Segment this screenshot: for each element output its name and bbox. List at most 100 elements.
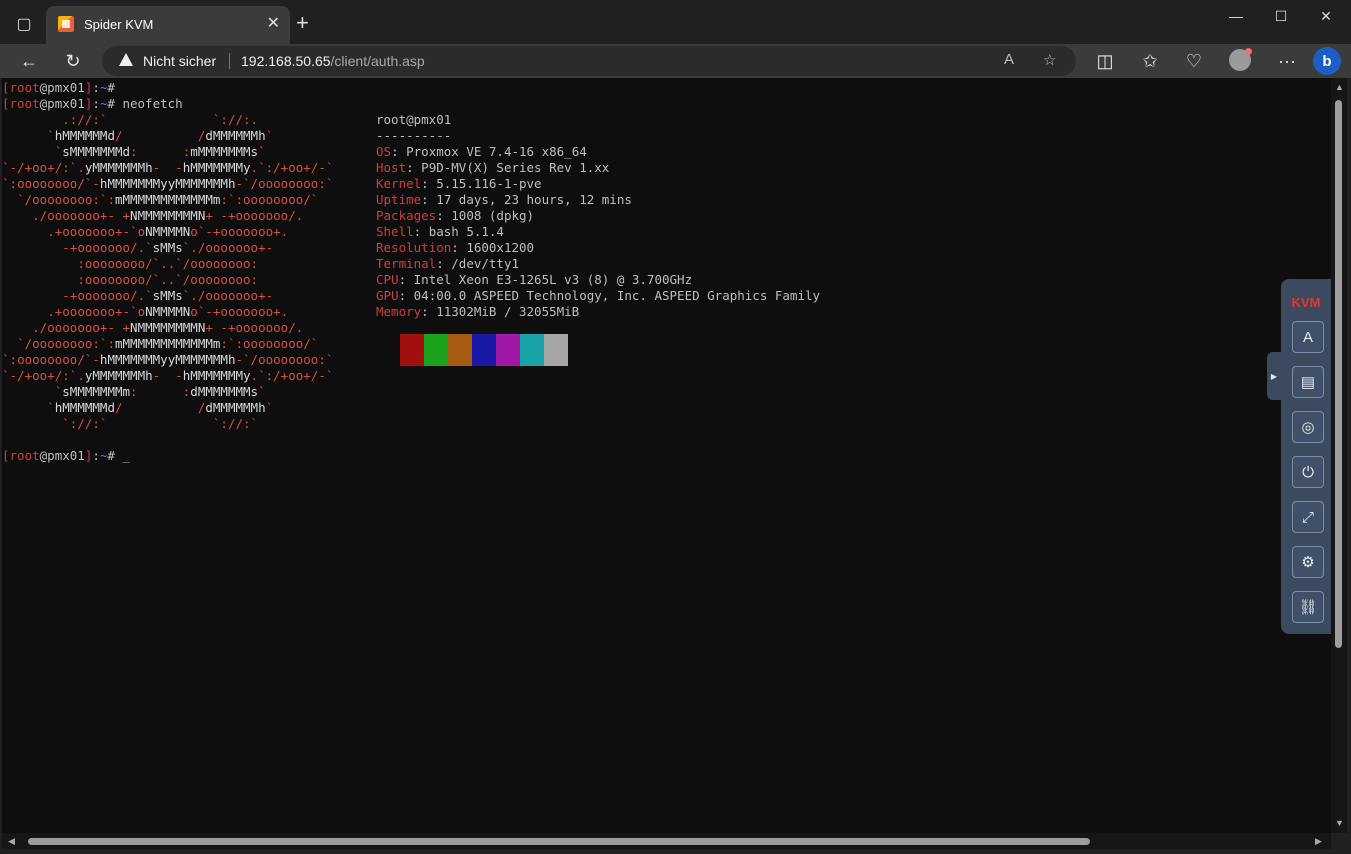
fullscreen-icon: ⤢ xyxy=(1301,508,1314,526)
ascii-logo-line: :oooooooo/`..`/oooooooo: xyxy=(77,256,259,271)
maximize-button[interactable]: ☐ xyxy=(1261,8,1301,25)
info-key: Resolution xyxy=(376,240,452,255)
info-key: Terminal xyxy=(376,256,437,271)
horizontal-scroll-thumb[interactable] xyxy=(28,838,1090,845)
browser-toolbar: ← ↻ Nicht sicher 192.168.50.65/client/au… xyxy=(0,44,1351,78)
info-key: Host xyxy=(376,160,407,175)
power-button[interactable]: ⏻ xyxy=(1292,456,1324,488)
ascii-logo-line: `/oooooooo:`:mMMMMMMMMMMMMm:`:oooooooo/` xyxy=(17,192,319,207)
security-label[interactable]: Nicht sicher xyxy=(143,53,216,69)
browser-essentials-icon[interactable]: ♡ xyxy=(1182,49,1206,73)
color-swatch xyxy=(472,334,496,366)
keyboard-button[interactable]: A xyxy=(1292,321,1324,353)
info-row: Uptime: 17 days, 23 hours, 12 mins xyxy=(376,192,632,207)
settings-button[interactable]: ⚙ xyxy=(1292,546,1324,578)
url-path: /client/auth.asp xyxy=(330,53,425,69)
ascii-logo-line: `-/+oo+/:`.yMMMMMMMh- -hMMMMMMMy.`:/+oo+… xyxy=(2,160,334,175)
info-value: bash 5.1.4 xyxy=(428,224,504,239)
info-key: CPU xyxy=(376,272,399,287)
ascii-logo-line: `:oooooooo/`-hMMMMMMMyyMMMMMMMh-`/oooooo… xyxy=(2,176,334,191)
ascii-logo-line: `://:` `://:` xyxy=(62,416,259,431)
tab-spider-kvm[interactable]: Spider KVM ✕ xyxy=(46,6,290,44)
horizontal-scrollbar[interactable]: ◀ ▶ xyxy=(2,833,1331,849)
close-tab-icon[interactable]: ✕ xyxy=(267,15,280,33)
info-value: 1008 (dpkg) xyxy=(451,208,535,223)
ascii-logo-line: .+ooooooo+-`oNMMMMNo`-+ooooooo+. xyxy=(47,224,289,239)
info-value: Proxmox VE 7.4-16 x86_64 xyxy=(406,144,587,159)
scroll-down-icon[interactable]: ▼ xyxy=(1335,818,1344,828)
scroll-right-icon[interactable]: ▶ xyxy=(1315,836,1322,847)
info-key: Uptime xyxy=(376,192,422,207)
url-text[interactable]: 192.168.50.65/client/auth.asp xyxy=(241,53,425,69)
power-icon: ⏻ xyxy=(1302,463,1314,481)
info-key: Kernel xyxy=(376,176,422,191)
bing-copilot-icon[interactable]: b xyxy=(1313,47,1341,75)
favorite-star-icon[interactable]: ☆ xyxy=(1043,51,1056,69)
disconnect-button[interactable]: ⛓ xyxy=(1292,591,1324,623)
vertical-scrollbar[interactable]: ▲ ▼ xyxy=(1331,78,1347,833)
back-button[interactable]: ← xyxy=(17,49,41,73)
info-row: Terminal: /dev/tty1 xyxy=(376,256,520,271)
kvm-logo: KVM xyxy=(1291,295,1321,310)
more-menu-icon[interactable]: ··· xyxy=(1275,49,1299,73)
color-swatch xyxy=(544,334,568,366)
kvm-toolbar: KVM A ▤ ◎ ⏻ ⤢ ⚙ ⛓ xyxy=(1281,279,1331,634)
favicon-icon xyxy=(58,16,74,32)
favorites-icon[interactable]: ✩ xyxy=(1138,49,1162,73)
reload-button[interactable]: ↻ xyxy=(61,49,85,73)
ascii-logo-line: .+ooooooo+-`oNMMMMNo`-+ooooooo+. xyxy=(47,304,289,319)
color-swatch xyxy=(448,334,472,366)
prompt-line-3: [root@pmx01]:~# _ xyxy=(2,448,130,463)
warning-icon xyxy=(119,53,133,66)
minimize-button[interactable]: — xyxy=(1216,8,1256,24)
info-key: Packages xyxy=(376,208,437,223)
close-window-button[interactable]: ✕ xyxy=(1306,8,1346,25)
info-value: 04:00.0 ASPEED Technology, Inc. ASPEED G… xyxy=(413,288,821,303)
ascii-logo-line: `hMMMMMMd/ /dMMMMMMh` xyxy=(47,400,274,415)
record-button[interactable]: ◎ xyxy=(1292,411,1324,443)
address-bar[interactable]: Nicht sicher 192.168.50.65/client/auth.a… xyxy=(102,46,1076,76)
virtual-media-button[interactable]: ▤ xyxy=(1292,366,1324,398)
info-row: Kernel: 5.15.116-1-pve xyxy=(376,176,542,191)
ascii-logo-line: ./ooooooo+- +NMMMMMMMMN+ -+ooooooo/. xyxy=(32,320,304,335)
read-aloud-icon[interactable]: A xyxy=(1004,51,1014,68)
media-icon: ▤ xyxy=(1300,374,1316,391)
prompt-line-2: [root@pmx01]:~# neofetch xyxy=(2,96,183,111)
info-row: Resolution: 1600x1200 xyxy=(376,240,535,255)
ascii-logo-line: `/oooooooo:`:mMMMMMMMMMMMMm:`:oooooooo/` xyxy=(17,336,319,351)
info-row: Packages: 1008 (dpkg) xyxy=(376,208,535,223)
record-icon: ◎ xyxy=(1301,419,1315,436)
info-key: Shell xyxy=(376,224,414,239)
ascii-logo-line: `sMMMMMMMd: :mMMMMMMMs` xyxy=(54,144,266,159)
info-rule: ---------- xyxy=(376,128,452,143)
profile-avatar[interactable] xyxy=(1229,48,1252,71)
info-row: Host: P9D-MV(X) Series Rev 1.xx xyxy=(376,160,610,175)
split-screen-icon[interactable]: ◫ xyxy=(1093,49,1117,73)
ascii-logo-line: `sMMMMMMMm: :dMMMMMMMs` xyxy=(54,384,266,399)
kvm-console[interactable]: [root@pmx01]:~# [root@pmx01]:~# neofetch… xyxy=(2,78,1331,833)
info-value: 17 days, 23 hours, 12 mins xyxy=(436,192,632,207)
url-host: 192.168.50.65 xyxy=(241,53,331,69)
kvm-panel-toggle[interactable]: ▶ xyxy=(1267,352,1281,400)
ascii-logo-line: `-/+oo+/:`.yMMMMMMMh- -hMMMMMMMy.`:/+oo+… xyxy=(2,368,334,383)
tab-title: Spider KVM xyxy=(84,17,154,32)
scroll-up-icon[interactable]: ▲ xyxy=(1335,82,1344,92)
scroll-left-icon[interactable]: ◀ xyxy=(8,836,15,847)
new-tab-button[interactable]: + xyxy=(296,12,309,34)
tab-actions-icon[interactable]: ▢ xyxy=(12,12,36,36)
info-key: GPU xyxy=(376,288,399,303)
info-title: root@pmx01 xyxy=(376,112,452,127)
vertical-scroll-thumb[interactable] xyxy=(1335,100,1342,648)
ascii-logo-line: .://:` `://:. xyxy=(62,112,259,127)
ascii-logo-line: :oooooooo/`..`/oooooooo: xyxy=(77,272,259,287)
info-row: OS: Proxmox VE 7.4-16 x86_64 xyxy=(376,144,587,159)
fullscreen-button[interactable]: ⤢ xyxy=(1292,501,1324,533)
info-row: CPU: Intel Xeon E3-1265L v3 (8) @ 3.700G… xyxy=(376,272,693,287)
info-row: Shell: bash 5.1.4 xyxy=(376,224,504,239)
prompt-line-1: [root@pmx01]:~# xyxy=(2,80,115,95)
info-value: 5.15.116-1-pve xyxy=(436,176,542,191)
ascii-logo-line: ./ooooooo+- +NMMMMMMMMN+ -+ooooooo/. xyxy=(32,208,304,223)
title-bar: ▢ Spider KVM ✕ + — ☐ ✕ xyxy=(0,0,1351,44)
info-value: P9D-MV(X) Series Rev 1.xx xyxy=(421,160,610,175)
ascii-logo-line: `:oooooooo/`-hMMMMMMMyyMMMMMMMh-`/oooooo… xyxy=(2,352,334,367)
